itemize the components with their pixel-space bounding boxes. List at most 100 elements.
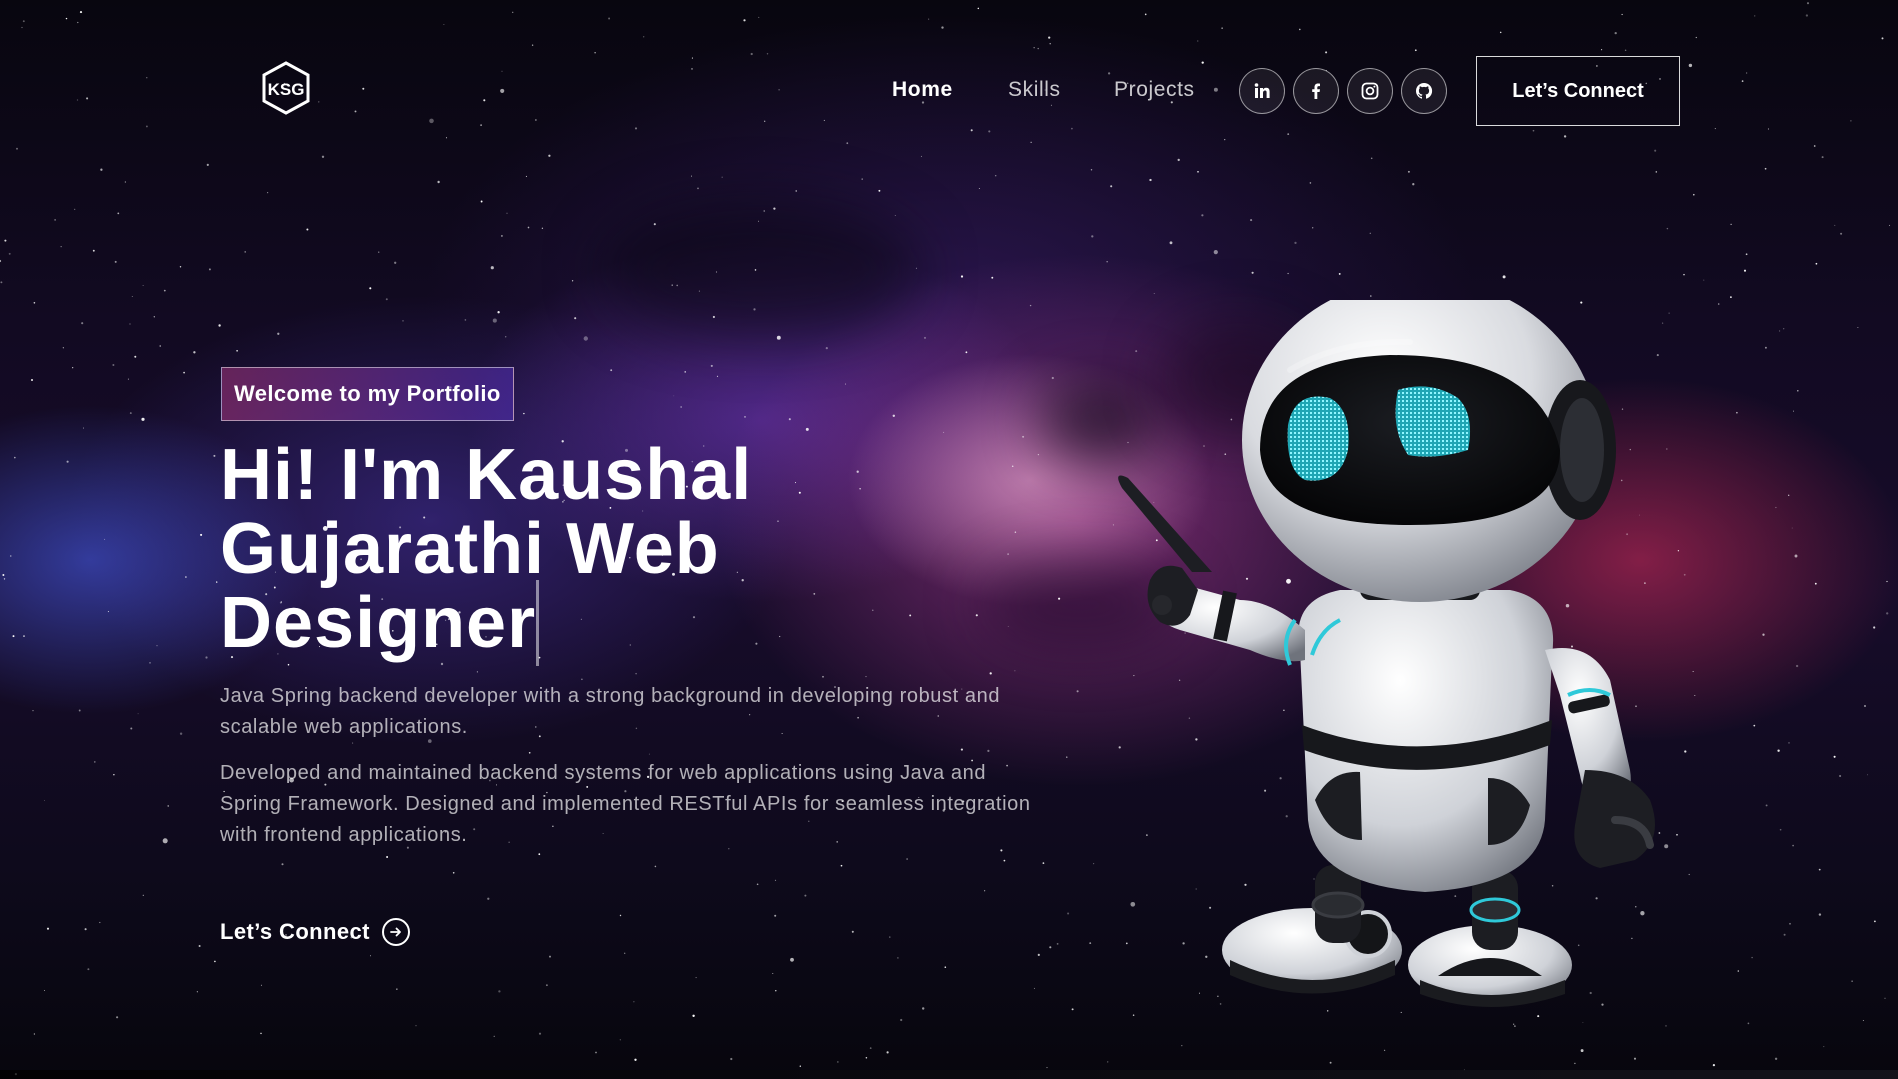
star: [730, 1057, 733, 1061]
star: [892, 414, 895, 417]
linkedin-button[interactable]: [1239, 68, 1285, 114]
star: [1747, 1022, 1750, 1025]
star: [1071, 1008, 1074, 1011]
nav-projects[interactable]: Projects: [1114, 78, 1195, 102]
facebook-button[interactable]: [1293, 68, 1339, 114]
star: [684, 371, 686, 373]
star: [1815, 262, 1818, 265]
star: [1325, 51, 1328, 54]
star: [1886, 612, 1889, 615]
arrow-right-circle-icon: [381, 918, 410, 946]
star: [65, 17, 68, 20]
star: [886, 1051, 889, 1054]
star: [795, 190, 797, 192]
star: [1741, 80, 1744, 82]
star: [1703, 279, 1705, 281]
nav-home[interactable]: Home: [892, 78, 953, 102]
star: [594, 52, 596, 54]
star: [1779, 330, 1781, 332]
star: [1712, 1063, 1716, 1067]
star: [1201, 61, 1204, 64]
star: [1532, 129, 1535, 132]
lets-connect-button[interactable]: Let’s Connect: [1476, 56, 1680, 126]
star: [1298, 28, 1301, 31]
star: [318, 101, 320, 103]
star: [1751, 956, 1753, 959]
star: [162, 838, 168, 844]
hero-banner: KSG Home Skills Projects Let’s Connect W…: [0, 0, 1898, 1079]
star: [1834, 224, 1836, 226]
star: [198, 944, 201, 948]
star: [23, 635, 25, 637]
star: [894, 214, 896, 217]
star: [443, 24, 445, 25]
star: [846, 142, 849, 145]
star: [756, 883, 759, 886]
star: [1369, 295, 1372, 297]
star: [415, 1025, 417, 1027]
star: [117, 212, 120, 215]
star: [452, 872, 455, 874]
star: [635, 672, 637, 675]
star: [1783, 328, 1785, 330]
instagram-button[interactable]: [1347, 68, 1393, 114]
star: [77, 21, 79, 24]
star: [354, 110, 357, 113]
star: [1030, 141, 1032, 143]
star: [1513, 1023, 1515, 1025]
star: [774, 879, 777, 882]
star: [4, 239, 7, 242]
star: [129, 412, 132, 415]
star: [1107, 72, 1111, 75]
nav-skills[interactable]: Skills: [1008, 78, 1061, 102]
star: [538, 1032, 542, 1035]
hero-connect-label: Let’s Connect: [220, 919, 370, 944]
star: [92, 249, 95, 252]
star: [100, 168, 103, 171]
star: [595, 1051, 597, 1054]
star: [78, 709, 81, 712]
star: [1789, 922, 1791, 925]
star: [1695, 36, 1697, 39]
star: [1881, 37, 1884, 40]
star: [1864, 705, 1866, 707]
star: [244, 251, 246, 253]
github-button[interactable]: [1401, 68, 1447, 114]
star: [1014, 531, 1017, 533]
star: [778, 88, 780, 91]
star: [1850, 120, 1852, 122]
star: [281, 863, 284, 866]
star: [396, 988, 398, 990]
star: [1840, 232, 1843, 235]
star: [754, 269, 757, 271]
star: [1048, 36, 1051, 39]
logo-icon[interactable]: KSG: [258, 60, 314, 116]
star: [1775, 506, 1777, 509]
star: [1774, 1057, 1778, 1060]
star: [1788, 742, 1790, 744]
star: [1791, 527, 1793, 529]
star: [1003, 859, 1006, 862]
star: [445, 137, 448, 139]
star: [571, 280, 574, 282]
star: [643, 36, 645, 38]
star: [610, 369, 613, 372]
star: [1037, 953, 1040, 957]
star: [487, 897, 490, 900]
star: [32, 710, 34, 712]
star: [776, 335, 781, 340]
star: [1580, 1049, 1584, 1053]
star: [1338, 272, 1341, 275]
star: [1693, 193, 1695, 196]
star: [1414, 49, 1417, 52]
star: [825, 347, 828, 350]
star: [141, 417, 145, 421]
star: [965, 351, 968, 354]
star: [163, 289, 166, 292]
star: [758, 220, 760, 222]
star: [1666, 227, 1669, 230]
star: [1033, 987, 1035, 989]
star: [1213, 87, 1218, 92]
star: [1746, 72, 1748, 74]
hero-connect-link[interactable]: Let’s Connect: [220, 918, 410, 946]
